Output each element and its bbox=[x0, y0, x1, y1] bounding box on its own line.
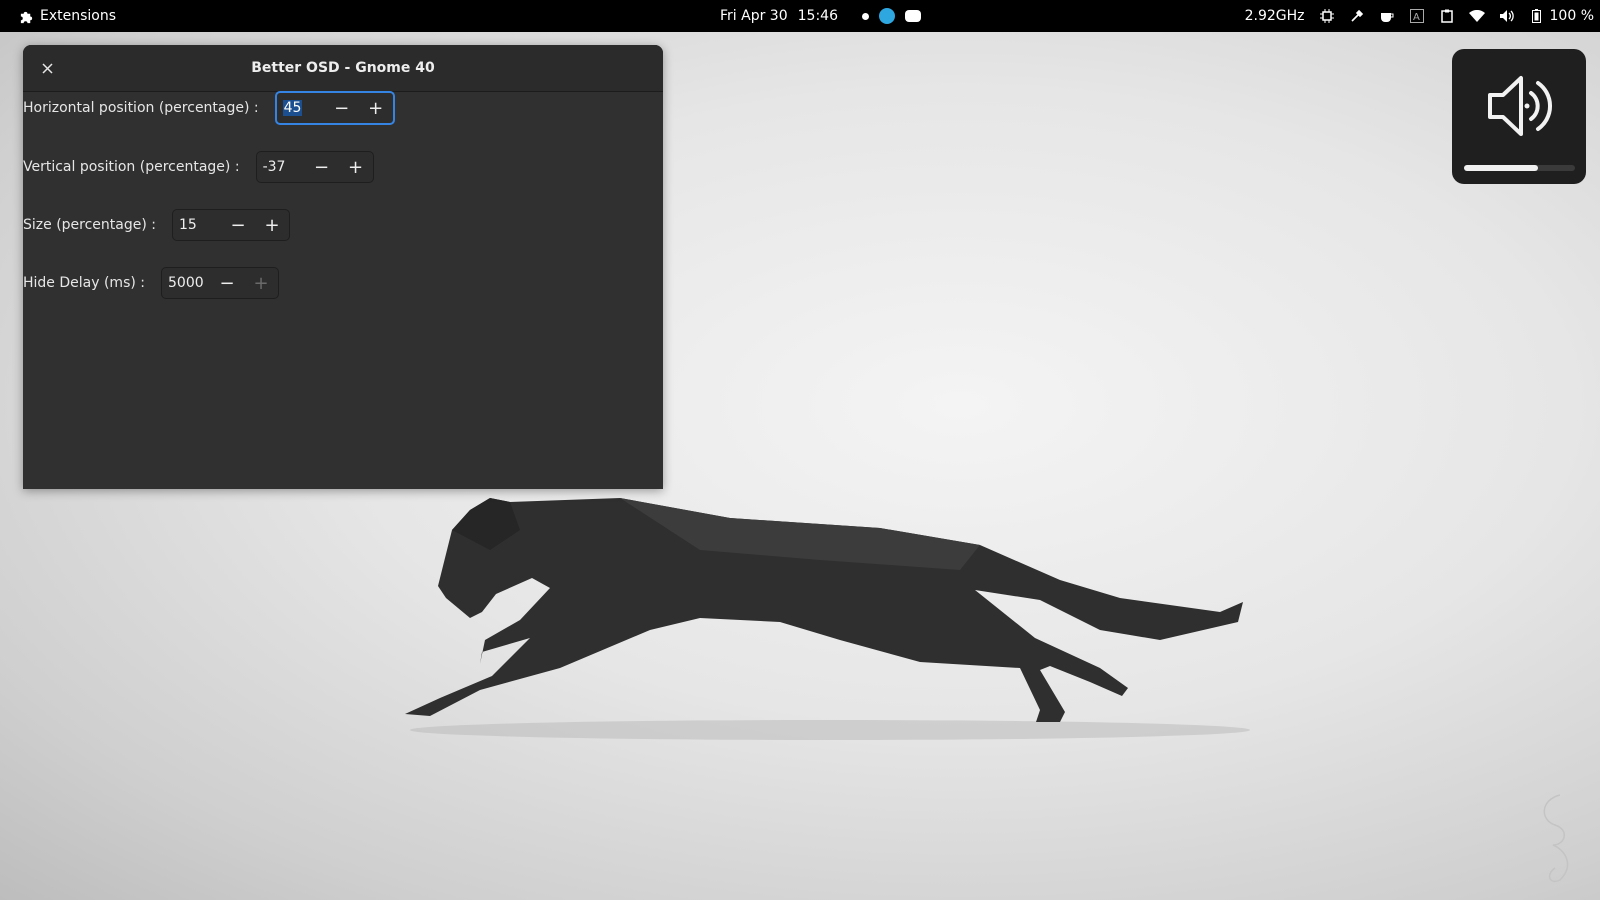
size-label: Size (percentage) : bbox=[23, 217, 156, 233]
size-spinbutton[interactable]: 15 − + bbox=[171, 209, 290, 241]
volume-icon[interactable] bbox=[1499, 8, 1515, 24]
volume-osd bbox=[1452, 49, 1586, 184]
notification-dot-icon bbox=[861, 12, 869, 20]
horizontal-position-label: Horizontal position (percentage) : bbox=[23, 100, 259, 116]
volume-level-fill bbox=[1464, 165, 1539, 171]
vertical-decrement-button[interactable]: − bbox=[305, 152, 339, 182]
battery-indicator[interactable]: 100 % bbox=[1529, 8, 1594, 24]
discord-icon[interactable] bbox=[904, 10, 921, 22]
panther-wallpaper-image bbox=[405, 498, 1250, 740]
clock-date: Fri Apr 30 bbox=[720, 8, 788, 24]
caffeine-cup-icon[interactable] bbox=[1379, 8, 1395, 24]
horizontal-position-spinbutton[interactable]: 45 − + bbox=[274, 91, 395, 125]
keyboard-layout-icon[interactable]: A bbox=[1409, 8, 1425, 24]
battery-icon bbox=[1529, 8, 1545, 24]
clipboard-icon[interactable] bbox=[1439, 8, 1455, 24]
system-tray: 2.92GHz A 100 % bbox=[1245, 0, 1594, 32]
horizontal-increment-button[interactable]: + bbox=[359, 93, 393, 123]
hide-delay-row: Hide Delay (ms) : 5000 − + bbox=[23, 267, 279, 299]
puzzle-piece-icon bbox=[18, 8, 34, 24]
hide-delay-increment-button[interactable]: + bbox=[244, 268, 278, 298]
cpu-chip-icon[interactable] bbox=[1319, 8, 1335, 24]
horizontal-position-row: Horizontal position (percentage) : 45 − … bbox=[23, 91, 395, 125]
dialog-title: Better OSD - Gnome 40 bbox=[251, 60, 435, 76]
hide-delay-spinbutton[interactable]: 5000 − + bbox=[161, 267, 279, 299]
volume-high-icon bbox=[1488, 76, 1552, 136]
vertical-position-spinbutton[interactable]: -37 − + bbox=[255, 151, 374, 183]
telegram-icon[interactable] bbox=[878, 8, 895, 24]
settings-dialog: Better OSD - Gnome 40 Horizontal positio… bbox=[23, 45, 663, 489]
cpu-frequency[interactable]: 2.92GHz bbox=[1245, 8, 1305, 24]
close-icon bbox=[41, 62, 53, 74]
close-button[interactable] bbox=[37, 58, 57, 78]
horizontal-position-input[interactable]: 45 bbox=[277, 93, 325, 123]
signature-watermark bbox=[1543, 794, 1569, 882]
volume-level-bar bbox=[1464, 165, 1575, 171]
hide-delay-decrement-button[interactable]: − bbox=[210, 268, 244, 298]
hide-delay-input[interactable]: 5000 bbox=[162, 268, 210, 298]
battery-percentage: 100 % bbox=[1549, 8, 1594, 24]
hide-delay-label: Hide Delay (ms) : bbox=[23, 275, 145, 291]
horizontal-decrement-button[interactable]: − bbox=[325, 93, 359, 123]
wifi-icon[interactable] bbox=[1468, 8, 1485, 24]
vertical-position-row: Vertical position (percentage) : -37 − + bbox=[23, 151, 374, 183]
vertical-increment-button[interactable]: + bbox=[339, 152, 373, 182]
size-input[interactable]: 15 bbox=[173, 210, 221, 240]
size-row: Size (percentage) : 15 − + bbox=[23, 209, 290, 241]
clock[interactable]: Fri Apr 30 15:46 bbox=[720, 0, 921, 32]
size-decrement-button[interactable]: − bbox=[221, 210, 255, 240]
vertical-position-label: Vertical position (percentage) : bbox=[23, 159, 240, 175]
vertical-position-input[interactable]: -37 bbox=[257, 152, 305, 182]
dialog-header-bar: Better OSD - Gnome 40 bbox=[23, 45, 663, 92]
size-increment-button[interactable]: + bbox=[255, 210, 289, 240]
top-bar: Extensions Fri Apr 30 15:46 2.92GHz A 10… bbox=[0, 0, 1600, 32]
app-menu-label: Extensions bbox=[40, 8, 117, 24]
svg-text:A: A bbox=[1413, 12, 1420, 23]
activities-app-menu[interactable]: Extensions bbox=[18, 0, 116, 32]
clock-time: 15:46 bbox=[797, 8, 838, 24]
color-picker-icon[interactable] bbox=[1349, 8, 1365, 24]
